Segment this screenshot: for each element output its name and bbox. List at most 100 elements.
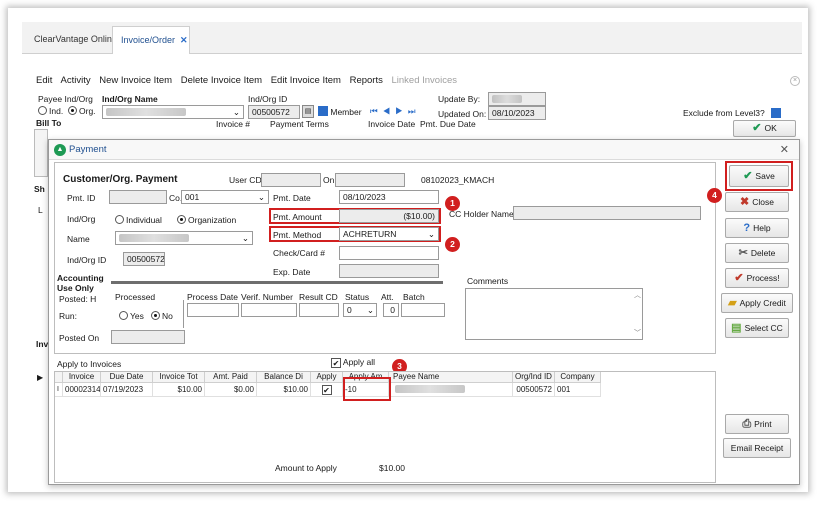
cell-payee-name[interactable]: [389, 383, 513, 397]
menu-activity[interactable]: Activity: [61, 75, 91, 86]
cell-invoice-tot[interactable]: $10.00: [153, 383, 205, 397]
cell-balance[interactable]: $10.00: [257, 383, 311, 397]
company-select[interactable]: 001 ⌄: [181, 190, 269, 204]
menu-new-invoice-item[interactable]: New Invoice Item: [99, 75, 172, 86]
exclude-checkbox[interactable]: [771, 108, 781, 119]
company-value: 001: [185, 192, 200, 202]
member-label: Member: [330, 107, 362, 117]
dialog-titlebar: ▲ Payment ✕: [49, 140, 799, 160]
run-label: Run:: [59, 311, 77, 321]
scroll-down-icon[interactable]: ﹀: [634, 328, 641, 338]
lookup-icon[interactable]: ▤: [302, 105, 314, 118]
pmt-method-value: ACHRETURN: [343, 229, 397, 239]
grid-header-invoice: Invoice: [63, 372, 101, 383]
cell-invoice[interactable]: 00002314: [63, 383, 101, 397]
radio-icon: [68, 106, 77, 115]
tab-invoice-order[interactable]: Invoice/Order ✕: [112, 26, 190, 54]
dialog-title: Payment: [69, 144, 107, 155]
print-button[interactable]: ⎙ Print: [725, 414, 789, 434]
chevron-down-icon: ⌄: [366, 305, 374, 315]
email-receipt-label: Email Receipt: [730, 443, 784, 453]
cell-company[interactable]: 001: [555, 383, 601, 397]
processed-label: Processed: [115, 292, 156, 302]
save-label: Save: [755, 171, 775, 181]
payee-ind-radio[interactable]: Ind.: [38, 106, 63, 116]
help-label: Help: [753, 223, 771, 233]
pmt-due-label: Pmt. Due Date: [420, 119, 476, 129]
bill-to-box: [34, 129, 48, 177]
dismiss-icon[interactable]: ×: [790, 76, 800, 86]
menu-edit-invoice-item[interactable]: Edit Invoice Item: [271, 75, 341, 86]
side-label-l: L: [38, 205, 43, 215]
apply-all-checkbox[interactable]: ✔ Apply all: [331, 357, 375, 368]
help-button[interactable]: ? Help: [725, 218, 789, 238]
user-cd-field: [261, 173, 321, 187]
payee-org-radio[interactable]: Org.: [68, 106, 96, 116]
organization-radio[interactable]: Organization: [177, 215, 236, 225]
redacted-text: [395, 385, 465, 393]
radio-icon: [119, 311, 128, 320]
ind-label: Ind.: [49, 106, 64, 116]
highlight-apply-amount: [343, 377, 391, 401]
radio-icon: [38, 106, 47, 115]
side-label-inv: Inv: [36, 339, 49, 349]
member-checkbox[interactable]: Member: [318, 106, 362, 117]
record-nav-icons[interactable]: ⏮◀▶⏭: [370, 106, 420, 117]
chevron-down-icon: ⌄: [427, 229, 435, 239]
att-label: Att.: [381, 292, 394, 302]
status-select[interactable]: 0 ⌄: [343, 303, 377, 317]
apply-to-invoices-label: Apply to Invoices: [57, 359, 122, 369]
row-edit-marker: I: [55, 383, 63, 397]
close-button[interactable]: ✖ Close: [725, 192, 789, 212]
chevron-down-icon: ⌄: [257, 192, 265, 202]
scroll-up-icon[interactable]: ︿: [634, 290, 641, 300]
tab-clearvantage-online[interactable]: ClearVantage Online: [26, 26, 125, 54]
update-by-field: [488, 92, 546, 106]
cell-apply[interactable]: ✔: [311, 383, 343, 397]
save-button[interactable]: ✔ Save: [729, 165, 789, 187]
cell-due-date[interactable]: 07/19/2023: [101, 383, 153, 397]
ind-org-name-select[interactable]: ⌄: [102, 105, 244, 119]
pmt-amount-field[interactable]: ($10.00): [339, 209, 439, 223]
menu-delete-invoice-item[interactable]: Delete Invoice Item: [181, 75, 262, 86]
pmt-date-field[interactable]: 08/10/2023: [339, 190, 439, 204]
org-label: Org.: [79, 106, 96, 116]
apply-credit-label: Apply Credit: [739, 298, 786, 308]
pmt-method-select[interactable]: ACHRETURN ⌄: [339, 227, 439, 241]
checkmark-icon: ✔: [734, 272, 744, 284]
ind-org-id-field[interactable]: 00500572: [248, 105, 300, 119]
att-field[interactable]: 0: [383, 303, 399, 317]
posted-label: Posted: H: [59, 294, 97, 304]
process-button[interactable]: ✔ Process!: [725, 268, 789, 288]
email-receipt-button[interactable]: Email Receipt: [723, 438, 791, 458]
check-card-field[interactable]: [339, 246, 439, 260]
cell-org-ind-id[interactable]: 00500572: [513, 383, 555, 397]
select-cc-button[interactable]: ▤ Select CC: [725, 318, 789, 338]
menu-edit[interactable]: Edit: [36, 75, 52, 86]
close-icon[interactable]: ✕: [780, 143, 789, 156]
yes-label: Yes: [130, 311, 144, 321]
radio-icon: [115, 215, 124, 224]
name-select[interactable]: ⌄: [115, 231, 253, 245]
apply-credit-button[interactable]: ▰ Apply Credit: [721, 293, 793, 313]
grid-header-payee-name: Payee Name: [389, 372, 513, 383]
checkbox-icon: [318, 106, 328, 116]
cell-amt-paid[interactable]: $0.00: [205, 383, 257, 397]
individual-radio[interactable]: Individual: [115, 215, 162, 225]
batch-field[interactable]: [401, 303, 445, 317]
processed-no-radio[interactable]: No: [151, 311, 173, 321]
result-cd-label: Result CD: [299, 292, 338, 302]
cc-holder-field: [513, 206, 701, 220]
ok-button[interactable]: ✔ OK: [733, 120, 796, 137]
delete-button[interactable]: ✂ Delete: [725, 243, 789, 263]
on-field: [335, 173, 405, 187]
exp-date-label: Exp. Date: [273, 267, 311, 277]
verif-number-field[interactable]: [241, 303, 297, 317]
result-cd-field[interactable]: [299, 303, 339, 317]
comments-textarea[interactable]: ︿ ﹀: [465, 288, 643, 340]
process-date-field[interactable]: [187, 303, 239, 317]
payment-terms-label: Payment Terms: [270, 119, 329, 129]
close-icon[interactable]: ✕: [180, 35, 188, 45]
processed-yes-radio[interactable]: Yes: [119, 311, 144, 321]
menu-reports[interactable]: Reports: [350, 75, 383, 86]
